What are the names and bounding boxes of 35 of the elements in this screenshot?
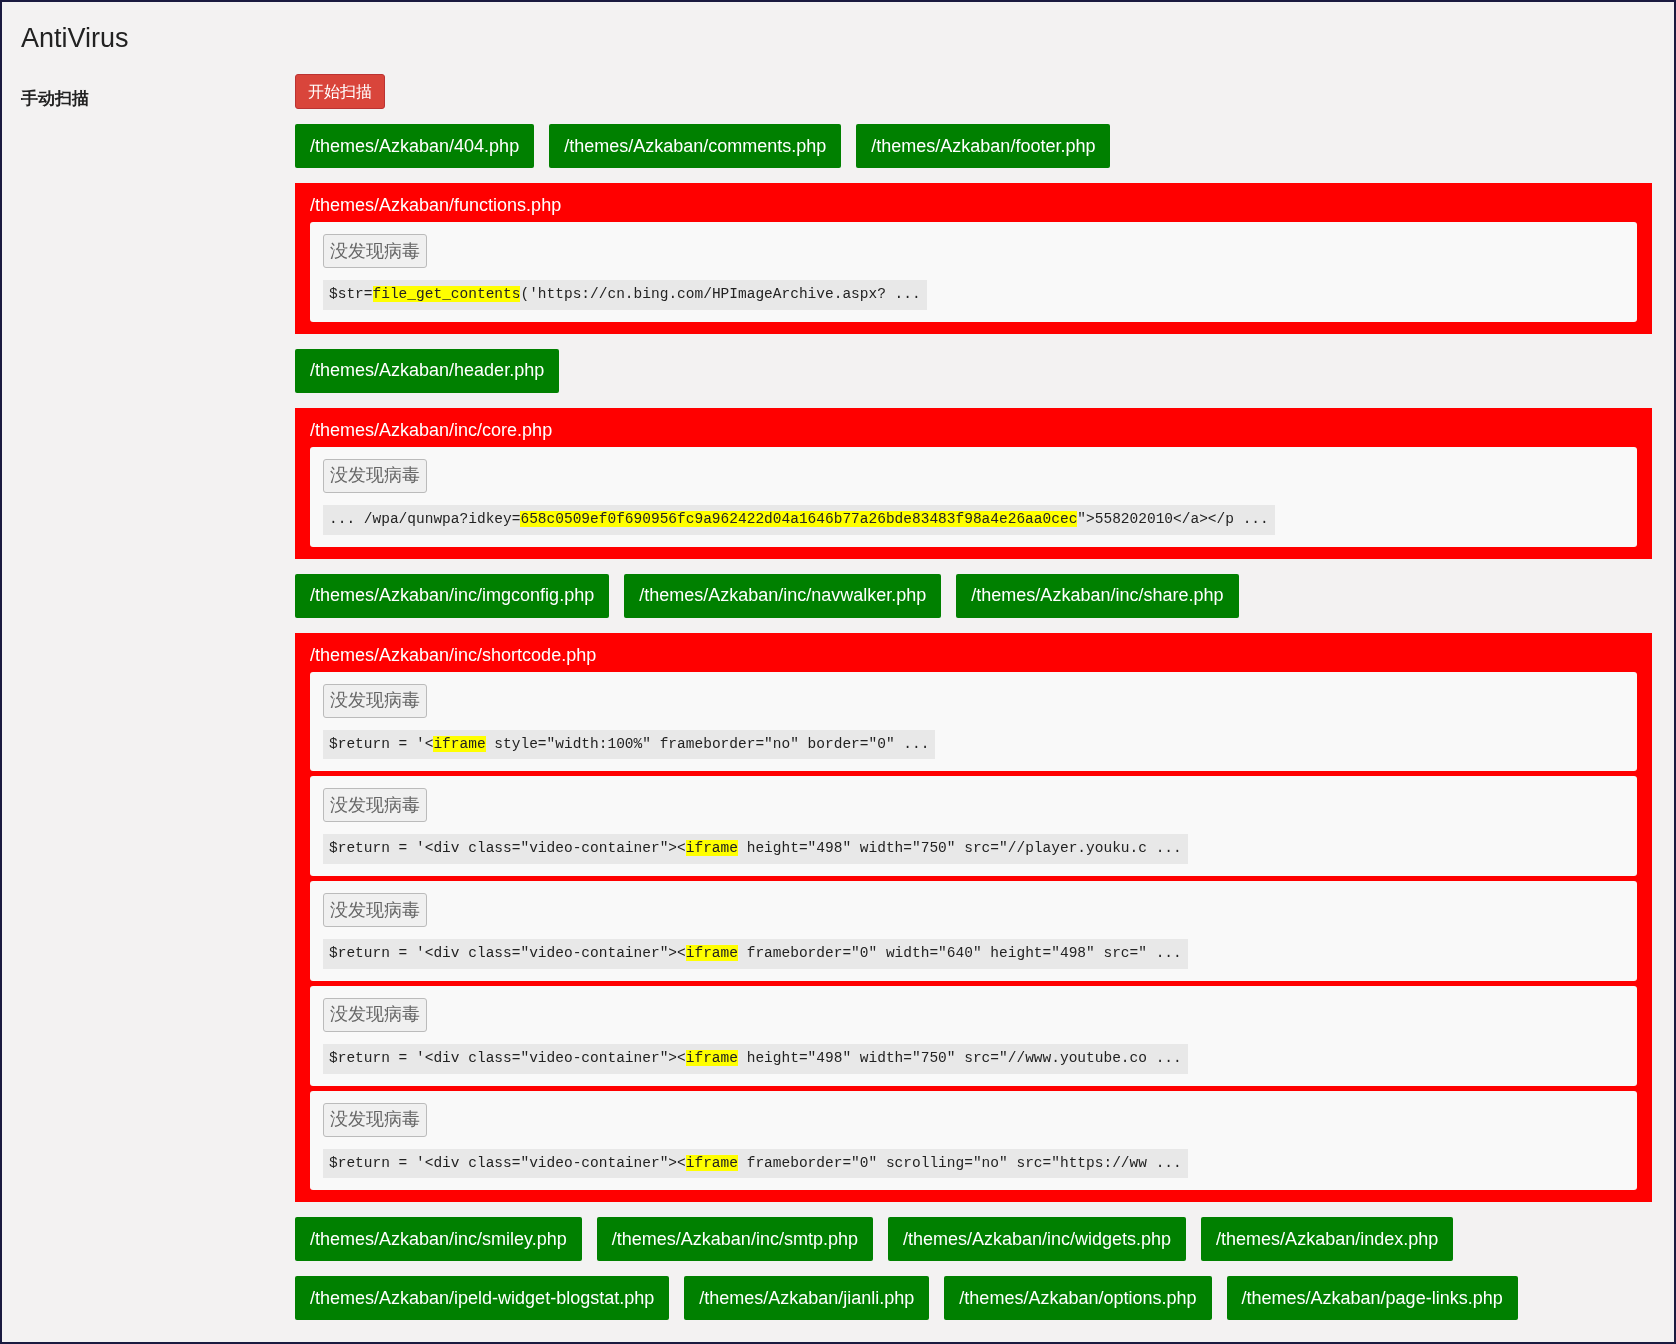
clean-file-button[interactable]: /themes/Azkaban/footer.php — [856, 124, 1111, 168]
clean-file-button[interactable]: /themes/Azkaban/inc/smtp.php — [596, 1217, 873, 1262]
clean-file-button[interactable]: /themes/Azkaban/comments.php — [549, 124, 842, 168]
page-title: AntiVirus — [21, 22, 129, 55]
infected-file-path: /themes/Azkaban/inc/shortcode.php — [310, 643, 598, 667]
code-snippet: $return = '<div class="video-container"><iframe height="498" width="750" src="//player.youku.c ... — [323, 834, 1188, 864]
no-virus-button[interactable]: 没发现病毒 — [323, 1102, 427, 1137]
no-virus-button[interactable]: 没发现病毒 — [323, 683, 427, 718]
clean-file-button[interactable]: /themes/Azkaban/header.php — [295, 348, 560, 393]
clean-file-button[interactable]: /themes/Azkaban/options.php — [944, 1276, 1212, 1321]
infected-file-path: /themes/Azkaban/inc/core.php — [310, 418, 554, 442]
no-virus-button[interactable]: 没发现病毒 — [323, 997, 427, 1032]
clean-file-button[interactable]: /themes/Azkaban/404.php — [295, 124, 535, 168]
clean-file-button[interactable]: /themes/Azkaban/inc/share.php — [956, 573, 1239, 618]
code-snippet: $str=file_get_contents('https://cn.bing.com/HPImageArchive.aspx? ... — [323, 280, 927, 310]
clean-file-button[interactable]: /themes/Azkaban/index.php — [1201, 1217, 1454, 1262]
code-snippet: $return = '<iframe style="width:100%" frameborder="no" border="0" ... — [323, 729, 936, 760]
code-snippet: ... /wpa/qunwpa?idkey=658c0509ef0f690956fc9a962422d04a1646b77a26bde83483f98a4e26aa0cec">558202010</a></p ... — [323, 504, 1275, 535]
clean-file-button[interactable]: /themes/Azkaban/inc/navwalker.php — [624, 573, 942, 618]
clean-file-button[interactable]: /themes/Azkaban/inc/smiley.php — [295, 1217, 582, 1262]
start-scan-button[interactable]: 开始扫描 — [295, 74, 385, 109]
clean-file-button[interactable]: /themes/Azkaban/page-links.php — [1226, 1276, 1518, 1321]
code-snippet: $return = '<div class="video-container"><iframe frameborder="0" scrolling="no" src="https://ww ... — [323, 1148, 1188, 1179]
clean-file-button[interactable]: /themes/Azkaban/inc/widgets.php — [887, 1217, 1187, 1262]
section-label: 手动扫描 — [21, 89, 89, 108]
clean-file-button[interactable]: /themes/Azkaban/inc/imgconfig.php — [295, 573, 610, 618]
code-snippet: $return = '<div class="video-container"><iframe height="498" width="750" src="//www.youtube.co ... — [323, 1043, 1188, 1074]
clean-file-button[interactable]: /themes/Azkaban/ipeld-widget-blogstat.php — [295, 1276, 670, 1321]
infected-file-path: /themes/Azkaban/functions.php — [310, 194, 563, 217]
code-snippet: $return = '<div class="video-container"><iframe frameborder="0" width="640" height="498" src=" ... — [323, 939, 1188, 969]
no-virus-button[interactable]: 没发现病毒 — [323, 893, 427, 927]
no-virus-button[interactable]: 没发现病毒 — [323, 788, 427, 823]
no-virus-button[interactable]: 没发现病毒 — [323, 234, 427, 268]
clean-file-button[interactable]: /themes/Azkaban/jianli.php — [684, 1276, 930, 1321]
no-virus-button[interactable]: 没发现病毒 — [323, 458, 427, 493]
